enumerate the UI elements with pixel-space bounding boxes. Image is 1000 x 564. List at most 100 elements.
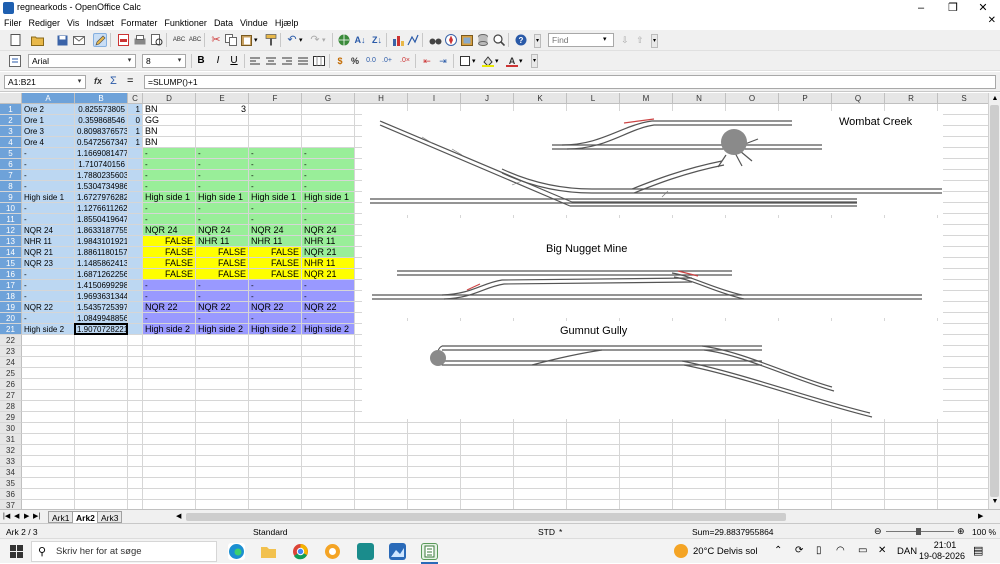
- cell-a1[interactable]: Ore 2: [22, 104, 75, 115]
- autospellcheck-icon[interactable]: ABC: [188, 33, 202, 47]
- column-header-n[interactable]: N: [673, 93, 726, 104]
- cell-b9[interactable]: 1.6727976282: [75, 192, 128, 203]
- row-header-18[interactable]: 18: [0, 291, 22, 302]
- cell-a19[interactable]: NQR 22: [22, 302, 75, 313]
- cell-d18[interactable]: -: [143, 291, 196, 302]
- row-header-28[interactable]: 28: [0, 401, 22, 412]
- help-icon[interactable]: ?: [514, 33, 528, 47]
- cell-f8[interactable]: -: [249, 181, 302, 192]
- cell-a15[interactable]: NQR 23: [22, 258, 75, 269]
- row-header-13[interactable]: 13: [0, 236, 22, 247]
- column-header-l[interactable]: L: [567, 93, 620, 104]
- row-header-37[interactable]: 37: [0, 500, 22, 509]
- row-header-1[interactable]: 1: [0, 104, 22, 115]
- cell-c16[interactable]: [128, 269, 143, 280]
- align-right-icon[interactable]: [280, 54, 294, 68]
- chart-icon[interactable]: [391, 33, 405, 47]
- formula-input[interactable]: =SLUMP()+1: [144, 75, 996, 89]
- cell-e12[interactable]: NQR 24: [196, 225, 249, 236]
- column-header-s[interactable]: S: [938, 93, 988, 104]
- cell-a4[interactable]: Ore 4: [22, 137, 75, 148]
- scroll-right-icon[interactable]: ▶: [978, 512, 983, 520]
- redo-dropdown-icon[interactable]: ▾: [322, 36, 326, 44]
- row-header-26[interactable]: 26: [0, 379, 22, 390]
- cell-g16[interactable]: NQR 21: [302, 269, 355, 280]
- cell-b14[interactable]: 1.8861180157: [75, 247, 128, 258]
- cell-e18[interactable]: -: [196, 291, 249, 302]
- menu-indsaet[interactable]: Indsæt: [86, 18, 114, 28]
- cell-b4[interactable]: 0.5472567347: [75, 137, 128, 148]
- cell-c6[interactable]: [128, 159, 143, 170]
- cell-g9[interactable]: High side 1: [302, 192, 355, 203]
- cell-b16[interactable]: 1.6871262256: [75, 269, 128, 280]
- cell-d7[interactable]: -: [143, 170, 196, 181]
- cell-f10[interactable]: -: [249, 203, 302, 214]
- cell-c12[interactable]: [128, 225, 143, 236]
- last-sheet-icon[interactable]: ▶|: [33, 512, 40, 520]
- menu-formater[interactable]: Formater: [121, 18, 158, 28]
- cell-a9[interactable]: High side 1: [22, 192, 75, 203]
- column-header-k[interactable]: K: [514, 93, 567, 104]
- cell-d21[interactable]: High side 2: [143, 324, 196, 335]
- italic-button[interactable]: I: [211, 54, 225, 68]
- column-header-i[interactable]: I: [408, 93, 461, 104]
- cell-d17[interactable]: -: [143, 280, 196, 291]
- background-color-icon[interactable]: [481, 54, 495, 68]
- data-sources-icon[interactable]: [476, 33, 490, 47]
- cell-c5[interactable]: [128, 148, 143, 159]
- background-color-dropdown-icon[interactable]: ▾: [495, 57, 499, 65]
- menu-vindue[interactable]: Vindue: [240, 18, 268, 28]
- scroll-up-icon[interactable]: ▲: [990, 94, 1000, 104]
- cell-c19[interactable]: [128, 302, 143, 313]
- cell-d2[interactable]: GG: [143, 115, 196, 126]
- cell-g21[interactable]: High side 2: [302, 324, 355, 335]
- row-header-35[interactable]: 35: [0, 478, 22, 489]
- cell-c8[interactable]: [128, 181, 143, 192]
- cell-g20[interactable]: -: [302, 313, 355, 324]
- paste-icon[interactable]: [239, 33, 253, 47]
- language-indicator[interactable]: DAN: [897, 546, 917, 557]
- cell-g17[interactable]: -: [302, 280, 355, 291]
- cell-d10[interactable]: -: [143, 203, 196, 214]
- row-header-22[interactable]: 22: [0, 335, 22, 346]
- zoom-slider-handle[interactable]: [916, 528, 921, 535]
- row-header-6[interactable]: 6: [0, 159, 22, 170]
- open-folder-icon[interactable]: [30, 33, 44, 47]
- cell-f20[interactable]: -: [249, 313, 302, 324]
- find-replace-icon[interactable]: [428, 33, 442, 47]
- windows-start-icon[interactable]: [10, 545, 23, 560]
- row-header-2[interactable]: 2: [0, 115, 22, 126]
- cell-f6[interactable]: -: [249, 159, 302, 170]
- undo-dropdown-icon[interactable]: ▾: [299, 36, 303, 44]
- cell-e5[interactable]: -: [196, 148, 249, 159]
- gallery-icon[interactable]: [460, 33, 474, 47]
- formatting-overflow-icon[interactable]: ▾: [531, 54, 538, 68]
- underline-button[interactable]: U: [227, 54, 241, 68]
- cell-b1[interactable]: 0.825573805: [75, 104, 128, 115]
- cell-a5[interactable]: -: [22, 148, 75, 159]
- cell-b17[interactable]: 1.4150699298: [75, 280, 128, 291]
- cell-e21[interactable]: High side 2: [196, 324, 249, 335]
- maximize-button[interactable]: ❐: [938, 0, 968, 16]
- cell-d4[interactable]: BN: [143, 137, 196, 148]
- cell-b12[interactable]: 1.8633187755: [75, 225, 128, 236]
- cell-f18[interactable]: -: [249, 291, 302, 302]
- cell-a13[interactable]: NHR 11: [22, 236, 75, 247]
- column-header-p[interactable]: P: [779, 93, 832, 104]
- cell-f17[interactable]: -: [249, 280, 302, 291]
- minimize-button[interactable]: –: [906, 0, 936, 16]
- find-previous-icon[interactable]: ⇧: [633, 33, 647, 47]
- cell-a14[interactable]: NQR 21: [22, 247, 75, 258]
- notifications-icon[interactable]: ▤: [973, 544, 983, 557]
- cell-c15[interactable]: [128, 258, 143, 269]
- cell-d13[interactable]: FALSE: [143, 236, 196, 247]
- cell-g12[interactable]: NQR 24: [302, 225, 355, 236]
- clone-formatting-icon[interactable]: [264, 33, 278, 47]
- cell-f14[interactable]: FALSE: [249, 247, 302, 258]
- find-dropdown-icon[interactable]: ▾: [603, 35, 607, 43]
- menu-rediger[interactable]: Rediger: [29, 18, 61, 28]
- spellcheck-icon[interactable]: ABC: [172, 33, 186, 47]
- column-header-b[interactable]: B: [75, 93, 128, 104]
- cell-d12[interactable]: NQR 24: [143, 225, 196, 236]
- row-header-8[interactable]: 8: [0, 181, 22, 192]
